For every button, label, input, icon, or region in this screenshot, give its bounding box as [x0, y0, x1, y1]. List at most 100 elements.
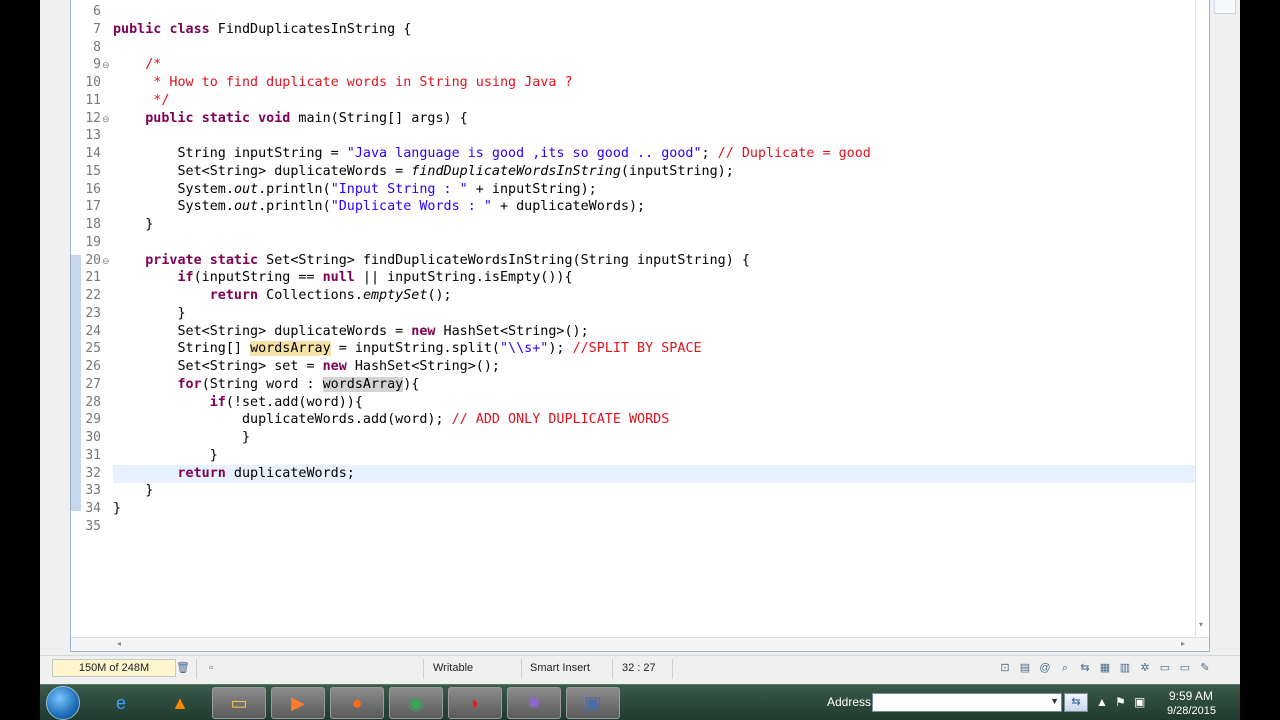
code-line[interactable]: } — [113, 447, 1195, 465]
taskbar-button[interactable]: ▲ — [153, 687, 207, 719]
taskbar-button[interactable]: ● — [330, 687, 384, 719]
code-line[interactable]: } — [113, 216, 1195, 234]
tray-expand-icon[interactable]: ▲ — [1096, 695, 1108, 709]
code-line[interactable]: } — [113, 305, 1195, 323]
code-line[interactable]: if(!set.add(word)){ — [113, 394, 1195, 412]
code-line[interactable]: public static void main(String[] args) { — [113, 110, 1195, 128]
code-line[interactable]: } — [113, 429, 1195, 447]
line-number: 28 — [85, 394, 101, 410]
fold-toggle-icon[interactable]: ⊖ — [102, 110, 112, 128]
open-perspective-icon[interactable]: ⊡ — [998, 661, 1012, 675]
line-number: 25 — [85, 341, 101, 357]
data-source-icon[interactable]: ▦ — [1098, 661, 1112, 675]
scroll-down-icon[interactable]: ▾ — [1199, 618, 1203, 632]
code-token: return — [177, 465, 226, 481]
code-line[interactable]: * How to find duplicate words in String … — [113, 74, 1195, 92]
code-line[interactable]: Set<String> duplicateWords = new HashSet… — [113, 323, 1195, 341]
code-line[interactable]: /* — [113, 56, 1195, 74]
code-line[interactable]: Set<String> set = new HashSet<String>(); — [113, 358, 1195, 376]
clock-time[interactable]: 9:59 AM — [1169, 689, 1213, 703]
snippets-icon[interactable]: ▥ — [1118, 661, 1132, 675]
line-number: 10 — [85, 75, 101, 90]
code-token: static — [209, 252, 259, 268]
console-icon[interactable]: ▤ — [1018, 661, 1032, 675]
code-line[interactable] — [113, 518, 1195, 536]
status-separator — [423, 659, 424, 679]
code-line[interactable]: System.out.println("Duplicate Words : " … — [113, 198, 1195, 216]
horizontal-scrollbar[interactable]: ◂ ▸ — [71, 637, 1209, 651]
code-token: } — [113, 305, 186, 321]
code-token: if — [209, 394, 226, 410]
code-line[interactable]: return Collections.emptySet(); — [113, 287, 1195, 305]
code-line[interactable]: for(String word : wordsArray){ — [113, 376, 1195, 394]
code-line[interactable] — [113, 234, 1195, 252]
debug-icon[interactable]: ✲ — [1138, 661, 1152, 675]
code-token: class — [169, 21, 210, 37]
line-number: 35 — [85, 518, 101, 534]
code-token: * How to find duplicate words in String … — [113, 75, 573, 90]
code-line[interactable]: } — [113, 482, 1195, 500]
code-line[interactable]: private static Set<String> findDuplicate… — [113, 252, 1195, 270]
java-ee-ide-icon: ✹ — [526, 692, 542, 713]
code-area[interactable]: public class FindDuplicatesInString { /*… — [113, 0, 1195, 637]
address-input[interactable]: ▼ — [872, 693, 1062, 712]
code-token: if — [177, 270, 194, 286]
code-token: out — [233, 181, 259, 197]
scroll-right-icon[interactable]: ▸ — [1181, 637, 1185, 651]
code-line[interactable] — [113, 3, 1195, 21]
code-line[interactable] — [113, 39, 1195, 57]
code-token: || inputString.isEmpty()){ — [354, 270, 573, 286]
taskbar-button[interactable]: ◉ — [389, 687, 443, 719]
code-line[interactable]: */ — [113, 92, 1195, 110]
restore-view-button[interactable] — [1214, 0, 1236, 14]
fold-toggle-icon[interactable]: ⊖ — [102, 252, 112, 270]
taskbar-button[interactable]: ▣ — [566, 687, 620, 719]
trash-icon[interactable]: 🗑 — [176, 661, 190, 675]
code-line[interactable]: String inputString = "Java language is g… — [113, 145, 1195, 163]
scroll-left-icon[interactable]: ◂ — [117, 637, 121, 651]
markers-icon[interactable]: ▭ — [1158, 661, 1172, 675]
taskbar-button[interactable]: ▭ — [212, 687, 266, 719]
quick-access-icon[interactable]: ▫ — [204, 661, 218, 675]
clock-date[interactable]: 9/28/2015 — [1167, 705, 1216, 717]
code-line[interactable]: } — [113, 500, 1195, 518]
search-icon[interactable]: ⌕ — [1058, 661, 1072, 675]
line-number: 27 — [85, 376, 101, 392]
tasks-icon[interactable]: ✎ — [1198, 661, 1212, 675]
code-line[interactable]: String[] wordsArray = inputString.split(… — [113, 340, 1195, 358]
line-number: 6 — [93, 4, 101, 19]
taskbar-button[interactable]: ✹ — [507, 687, 561, 719]
fold-toggle-icon[interactable]: ⊖ — [102, 56, 112, 74]
overview-ruler[interactable]: ▾ — [1195, 0, 1209, 637]
start-button[interactable] — [46, 686, 80, 720]
code-line[interactable]: public class FindDuplicatesInString { — [113, 21, 1195, 39]
taskbar-button[interactable]: ◗ — [448, 687, 502, 719]
internet-explorer-icon: e — [115, 692, 126, 713]
code-token: /* — [113, 57, 162, 73]
code-line[interactable]: System.out.println("Input String : " + i… — [113, 181, 1195, 199]
taskbar-button[interactable]: e — [94, 687, 148, 719]
line-number: 21 — [85, 270, 101, 286]
heap-status[interactable]: 150M of 248M — [52, 659, 176, 677]
code-line-current[interactable]: return duplicateWords; — [113, 464, 1195, 483]
code-line[interactable]: duplicateWords.add(word); // ADD ONLY DU… — [113, 411, 1195, 429]
outline-icon[interactable]: ▭ — [1178, 661, 1192, 675]
code-token: ; — [701, 146, 718, 161]
java-editor[interactable]: 6 7 8 9 ⊖ 10 11 12 ⊖ 13 14 15 16 17 18 19 20 ⊖ 21 22 23 24 25 2… — [70, 0, 1210, 652]
go-button[interactable]: ⇆ — [1064, 693, 1088, 712]
code-line[interactable]: if(inputString == null || inputString.is… — [113, 269, 1195, 287]
at-icon[interactable]: @ — [1038, 661, 1052, 675]
chevron-down-icon[interactable]: ▼ — [1050, 696, 1059, 706]
servers-icon[interactable]: ⇆ — [1078, 661, 1092, 675]
action-center-icon[interactable]: ⚑ — [1115, 695, 1126, 709]
code-token: // ADD ONLY DUPLICATE WORDS — [451, 412, 670, 428]
taskbar-button[interactable]: ▶ — [271, 687, 325, 719]
code-token: (inputString == — [193, 270, 323, 286]
code-line[interactable]: Set<String> duplicateWords = findDuplica… — [113, 163, 1195, 181]
network-icon[interactable]: ▣ — [1134, 695, 1145, 709]
cursor-position: 32 : 27 — [622, 662, 656, 674]
code-line[interactable] — [113, 127, 1195, 145]
line-number: 9 — [93, 57, 101, 73]
